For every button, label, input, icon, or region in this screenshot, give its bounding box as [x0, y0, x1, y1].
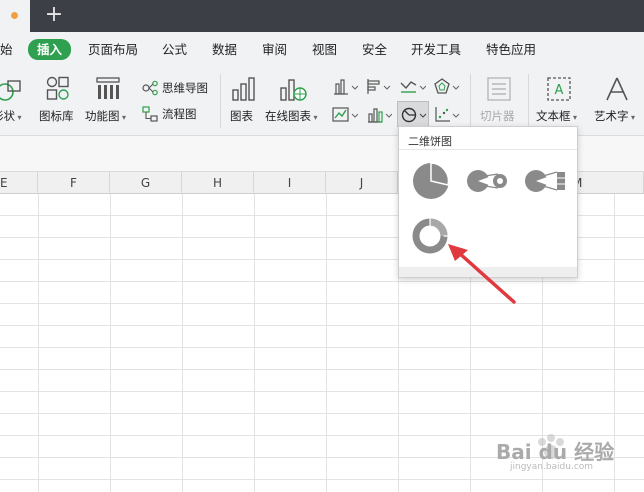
flowchart-icon	[142, 106, 158, 122]
function-chart-label: 功能图 ▾	[85, 109, 127, 123]
pie-icon	[413, 162, 450, 199]
radar-chart-icon	[434, 78, 460, 94]
menu-bar: 始 插入 页面布局 公式 数据 审阅 视图 安全 开发工具 特色应用	[0, 32, 644, 66]
scatter-chart-button[interactable]	[432, 104, 462, 126]
pie-chart-icon	[401, 107, 427, 123]
line-chart-button[interactable]	[398, 76, 428, 98]
horizontal-bar-icon	[367, 79, 391, 94]
menu-dev-tools[interactable]: 开发工具	[411, 40, 461, 60]
unsaved-dot-icon	[11, 12, 18, 19]
column-header-e[interactable]: E	[0, 172, 38, 194]
menu-special-apps[interactable]: 特色应用	[486, 40, 536, 60]
radar-chart-button[interactable]	[432, 76, 462, 98]
pie-option[interactable]	[408, 157, 454, 203]
icon-library-icon	[46, 76, 69, 100]
bar-of-pie-option[interactable]	[523, 157, 569, 203]
menu-data[interactable]: 数据	[212, 40, 237, 60]
menu-formula[interactable]: 公式	[162, 40, 187, 60]
menu-review[interactable]: 审阅	[262, 40, 287, 60]
slicer-icon	[487, 77, 511, 101]
bar-chart-button[interactable]	[364, 76, 394, 98]
stock-chart-icon	[368, 108, 392, 123]
mind-map-icon	[142, 80, 158, 96]
shape-button[interactable]: 形状 ▾	[0, 66, 34, 136]
column-header-f[interactable]: F	[38, 172, 110, 194]
line-chart-icon	[400, 81, 426, 93]
column-header-i[interactable]: I	[254, 172, 326, 194]
menu-page-layout[interactable]: 页面布局	[88, 40, 138, 60]
shape-label: 形状 ▾	[0, 109, 22, 123]
column-header-g[interactable]: G	[110, 172, 182, 194]
word-art-label: 艺术字 ▾	[594, 109, 636, 123]
stock-chart-button[interactable]	[364, 104, 394, 126]
ribbon-separator	[528, 74, 529, 128]
word-art-button[interactable]: 艺术字 ▾	[590, 66, 644, 136]
online-chart-label: 在线图表 ▾	[265, 109, 318, 123]
text-box-icon: A	[547, 77, 571, 101]
ribbon-separator	[220, 74, 221, 128]
online-chart-button[interactable]: 在线图表 ▾	[262, 66, 324, 136]
online-chart-icon	[280, 79, 307, 101]
document-tab[interactable]	[0, 0, 30, 32]
flowchart-label: 流程图	[162, 107, 197, 121]
area-chart-icon	[332, 107, 358, 122]
menu-security[interactable]: 安全	[362, 40, 387, 60]
column-header-h[interactable]: H	[182, 172, 254, 194]
watermark-subtext: jingyan.baidu.com	[510, 462, 594, 472]
pie-of-pie-icon	[467, 170, 507, 192]
ribbon-separator	[470, 74, 471, 128]
svg-text:A: A	[555, 83, 564, 98]
pie-chart-button[interactable]	[397, 101, 429, 127]
title-bar: +	[0, 0, 644, 32]
chart-label: 图表	[230, 109, 253, 123]
function-chart-icon	[96, 77, 120, 99]
column-chart-button[interactable]	[330, 76, 360, 98]
dropdown-title: 二维饼图	[408, 135, 452, 148]
flowchart-button[interactable]: 流程图	[140, 104, 212, 124]
area-chart-button[interactable]	[330, 104, 360, 126]
pie-of-pie-option[interactable]	[465, 157, 511, 203]
bar-of-pie-icon	[525, 170, 565, 192]
bar-chart-icon	[232, 77, 255, 101]
mind-map-button[interactable]: 思维导图	[140, 78, 212, 98]
icon-library-label: 图标库	[39, 109, 74, 123]
dropdown-divider	[399, 149, 577, 150]
watermark-text: Bai du 经验	[496, 440, 615, 464]
annotation-arrow	[448, 244, 516, 304]
text-box-label: 文本框 ▾	[536, 109, 578, 123]
slicer-label: 切片器	[480, 109, 515, 123]
scatter-chart-icon	[435, 107, 460, 122]
word-art-icon	[606, 77, 628, 101]
function-chart-button[interactable]: 功能图 ▾	[84, 66, 132, 136]
icon-library-button[interactable]: 图标库	[38, 66, 78, 136]
new-tab-button[interactable]: +	[42, 3, 66, 27]
column-chart-icon	[334, 79, 358, 95]
chart-button[interactable]: 图表	[226, 66, 260, 136]
shape-icon	[0, 80, 21, 101]
menu-insert[interactable]: 插入	[28, 39, 72, 60]
menu-start[interactable]: 始	[0, 40, 13, 60]
mind-map-label: 思维导图	[162, 81, 208, 95]
menu-view[interactable]: 视图	[312, 40, 337, 60]
column-header-j[interactable]: J	[326, 172, 398, 194]
